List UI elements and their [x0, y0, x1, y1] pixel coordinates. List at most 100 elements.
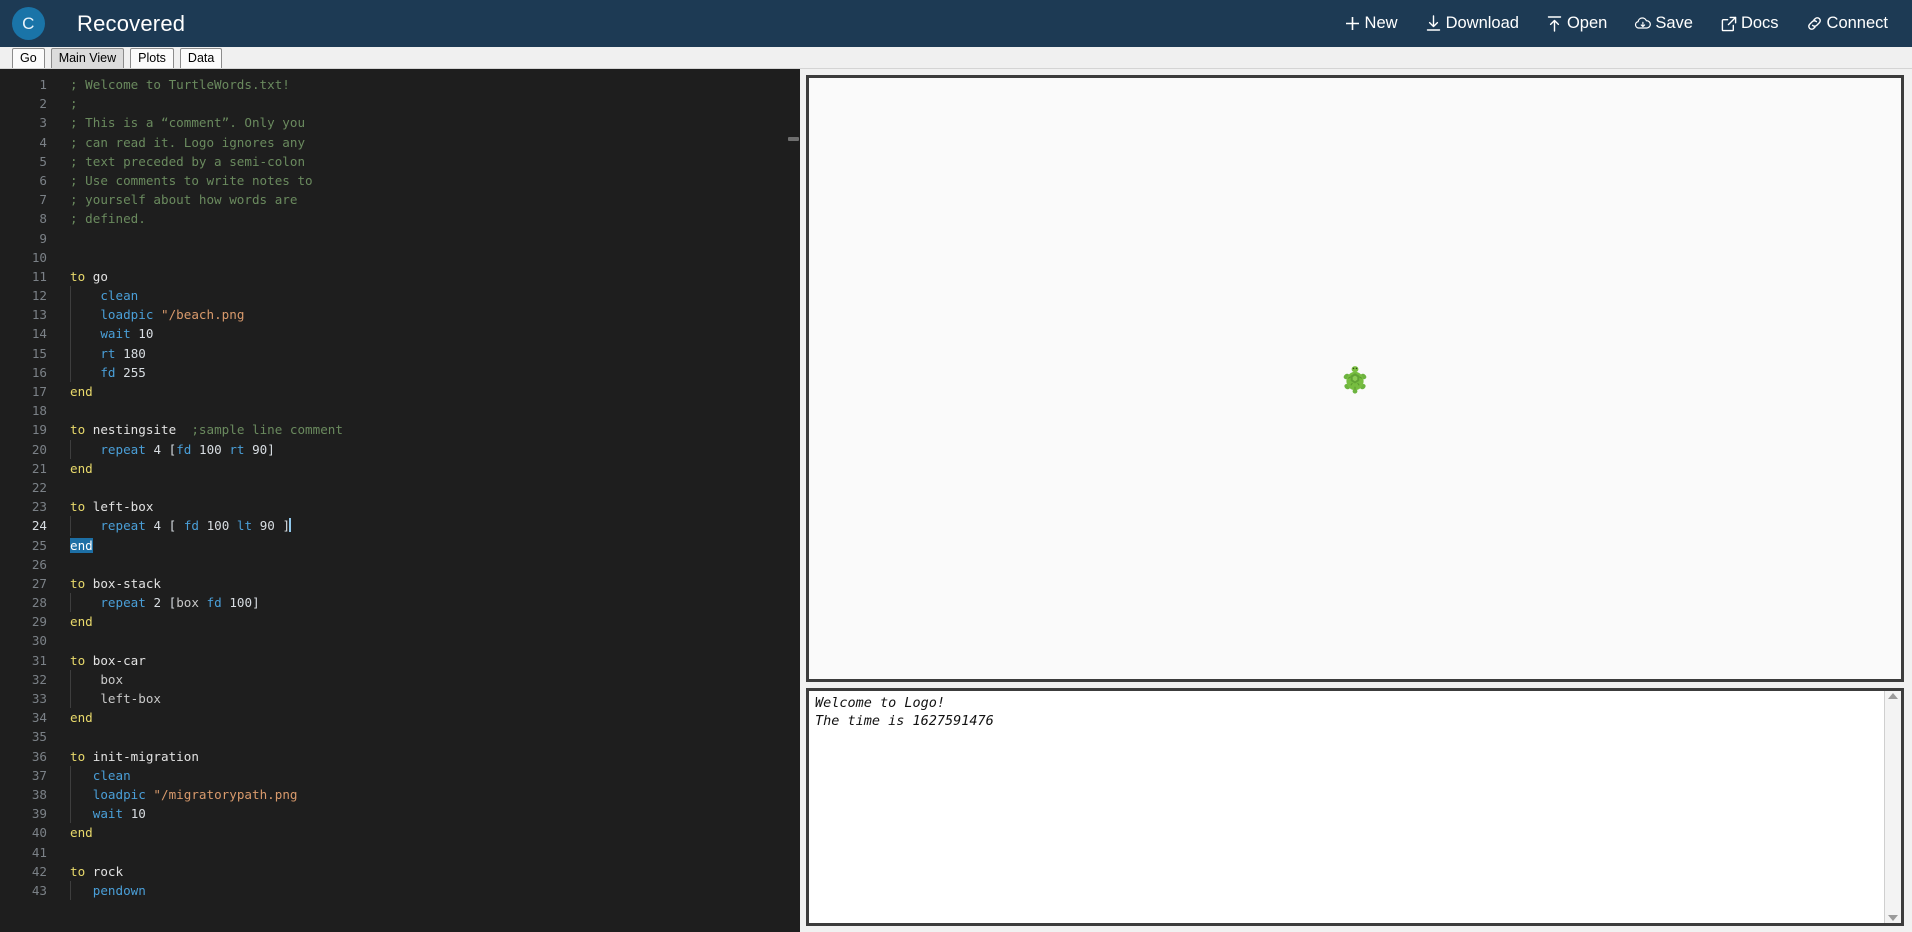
code-line[interactable]	[70, 843, 800, 862]
line-number: 37	[31, 767, 47, 783]
code-line[interactable]: rt 180	[70, 343, 800, 363]
code-line[interactable]	[70, 248, 800, 267]
code-line[interactable]: to box-car	[70, 651, 800, 670]
console-scrollbar[interactable]	[1884, 691, 1901, 923]
line-number: 13	[31, 307, 47, 323]
code-line[interactable]: end	[70, 823, 800, 842]
console-panel[interactable]: Welcome to Logo! The time is 1627591476	[806, 688, 1904, 926]
code-line[interactable]: ; defined.	[70, 209, 800, 228]
tab-data[interactable]: Data	[179, 47, 223, 68]
tab-go[interactable]: Go	[12, 47, 45, 68]
code-line[interactable]: box	[70, 669, 800, 689]
code-line[interactable]: ; text preceded by a semi-colon	[70, 152, 800, 171]
link-chain-icon	[1806, 15, 1824, 33]
save-button[interactable]: Save	[1634, 14, 1693, 33]
code-token: wait	[100, 326, 131, 342]
code-token: init-migration	[92, 748, 199, 764]
line-number: 33	[31, 691, 47, 706]
line-number: 23	[31, 499, 47, 515]
code-lines[interactable]: ; Welcome to TurtleWords.txt!; ; This is …	[56, 75, 800, 901]
code-line[interactable]: wait 10	[70, 324, 800, 344]
code-token: 90	[252, 441, 268, 457]
code-token: ; Use comments to write notes to	[70, 172, 313, 188]
indent-guide	[70, 439, 71, 459]
code-line[interactable]	[70, 727, 800, 746]
line-number: 3	[39, 115, 47, 131]
download-button[interactable]: Download	[1425, 14, 1519, 33]
code-line[interactable]: pendown	[70, 880, 800, 901]
code-token: repeat	[100, 595, 146, 611]
code-line[interactable]: to init-migration	[70, 747, 800, 766]
code-line[interactable]: ;	[70, 94, 800, 113]
code-line[interactable]: clean	[70, 286, 800, 306]
code-line[interactable]: to go	[70, 267, 800, 286]
code-line[interactable]	[70, 229, 800, 248]
code-line[interactable]: to rock	[70, 862, 800, 881]
code-line[interactable]: fd 255	[70, 362, 800, 382]
code-token: to	[70, 499, 93, 515]
tab-main-view[interactable]: Main View	[50, 47, 125, 68]
line-number: 42	[31, 863, 47, 879]
editor-scrollbar-thumb[interactable]	[788, 137, 799, 141]
code-line[interactable]: end	[70, 612, 800, 631]
indent-guide	[70, 343, 71, 363]
code-line[interactable]	[70, 631, 800, 650]
app-header: C Recovered New Download Open Save Docs …	[0, 0, 1912, 47]
code-line[interactable]	[70, 555, 800, 574]
code-line[interactable]	[70, 401, 800, 420]
code-line[interactable]: repeat 2 [box fd 100]	[70, 593, 800, 613]
code-line[interactable]: ; can read it. Logo ignores any	[70, 133, 800, 152]
code-line[interactable]: end	[70, 708, 800, 727]
console-scroll-track[interactable]	[1885, 699, 1901, 915]
code-line[interactable]: end	[70, 459, 800, 478]
new-button[interactable]: New	[1344, 14, 1398, 33]
code-token: left-box	[100, 691, 162, 706]
code-line[interactable]: end	[70, 536, 800, 555]
tab-plots[interactable]: Plots	[130, 47, 174, 68]
code-token: ; Welcome to TurtleWords.txt!	[70, 77, 290, 92]
code-line[interactable]	[70, 478, 800, 497]
line-number: 12	[31, 288, 47, 304]
code-line[interactable]: to nestingsite ;sample line comment	[70, 420, 800, 439]
code-line[interactable]: loadpic "/migratorypath.png	[70, 784, 800, 805]
code-line[interactable]: ; yourself about how words are	[70, 190, 800, 209]
indent-guide	[70, 880, 71, 901]
code-line[interactable]: clean	[70, 765, 800, 785]
scroll-down-arrow[interactable]	[1888, 915, 1898, 921]
code-line[interactable]: loadpic "/beach.png	[70, 305, 800, 325]
line-number: 21	[31, 460, 47, 476]
code-token: loadpic	[100, 307, 154, 323]
code-line[interactable]: ; Welcome to TurtleWords.txt!	[70, 75, 800, 94]
code-line[interactable]: to left-box	[70, 497, 800, 516]
code-token: 4	[153, 441, 162, 457]
line-number: 4	[39, 134, 47, 150]
connect-button-label: Connect	[1826, 14, 1888, 32]
code-line[interactable]: left-box	[70, 689, 800, 709]
line-number: 22	[31, 479, 47, 495]
code-line[interactable]: ; This is a “comment”. Only you	[70, 113, 800, 132]
avatar[interactable]: C	[12, 7, 45, 40]
code-line[interactable]: repeat 4 [fd 100 rt 90]	[70, 439, 800, 459]
open-button[interactable]: Open	[1546, 14, 1607, 33]
connect-button[interactable]: Connect	[1806, 14, 1888, 33]
turtle-canvas[interactable]	[806, 75, 1904, 682]
indent-guide	[70, 804, 71, 824]
code-area: 1 2 3 4 5 6 7 8 9 10 11 12 13 14 15 16 17 18 19 20 21 22 23 24 2…	[0, 69, 800, 901]
code-line[interactable]: ; Use comments to write notes to	[70, 171, 800, 190]
line-number: 9	[39, 230, 47, 246]
download-button-label: Download	[1445, 14, 1519, 32]
code-line[interactable]: end	[70, 382, 800, 401]
code-editor[interactable]: 1 2 3 4 5 6 7 8 9 10 11 12 13 14 15 16 17 18 19 20 21 22 23 24 2…	[0, 69, 800, 932]
code-line[interactable]: repeat 4 [ fd 100 lt 90 ]	[70, 516, 800, 536]
indent-guide	[70, 324, 71, 344]
code-line[interactable]: wait 10	[70, 804, 800, 824]
docs-button[interactable]: Docs	[1720, 14, 1779, 33]
editor-scrollbar[interactable]	[787, 69, 800, 932]
new-button-label: New	[1364, 14, 1398, 32]
code-line[interactable]: to box-stack	[70, 574, 800, 593]
